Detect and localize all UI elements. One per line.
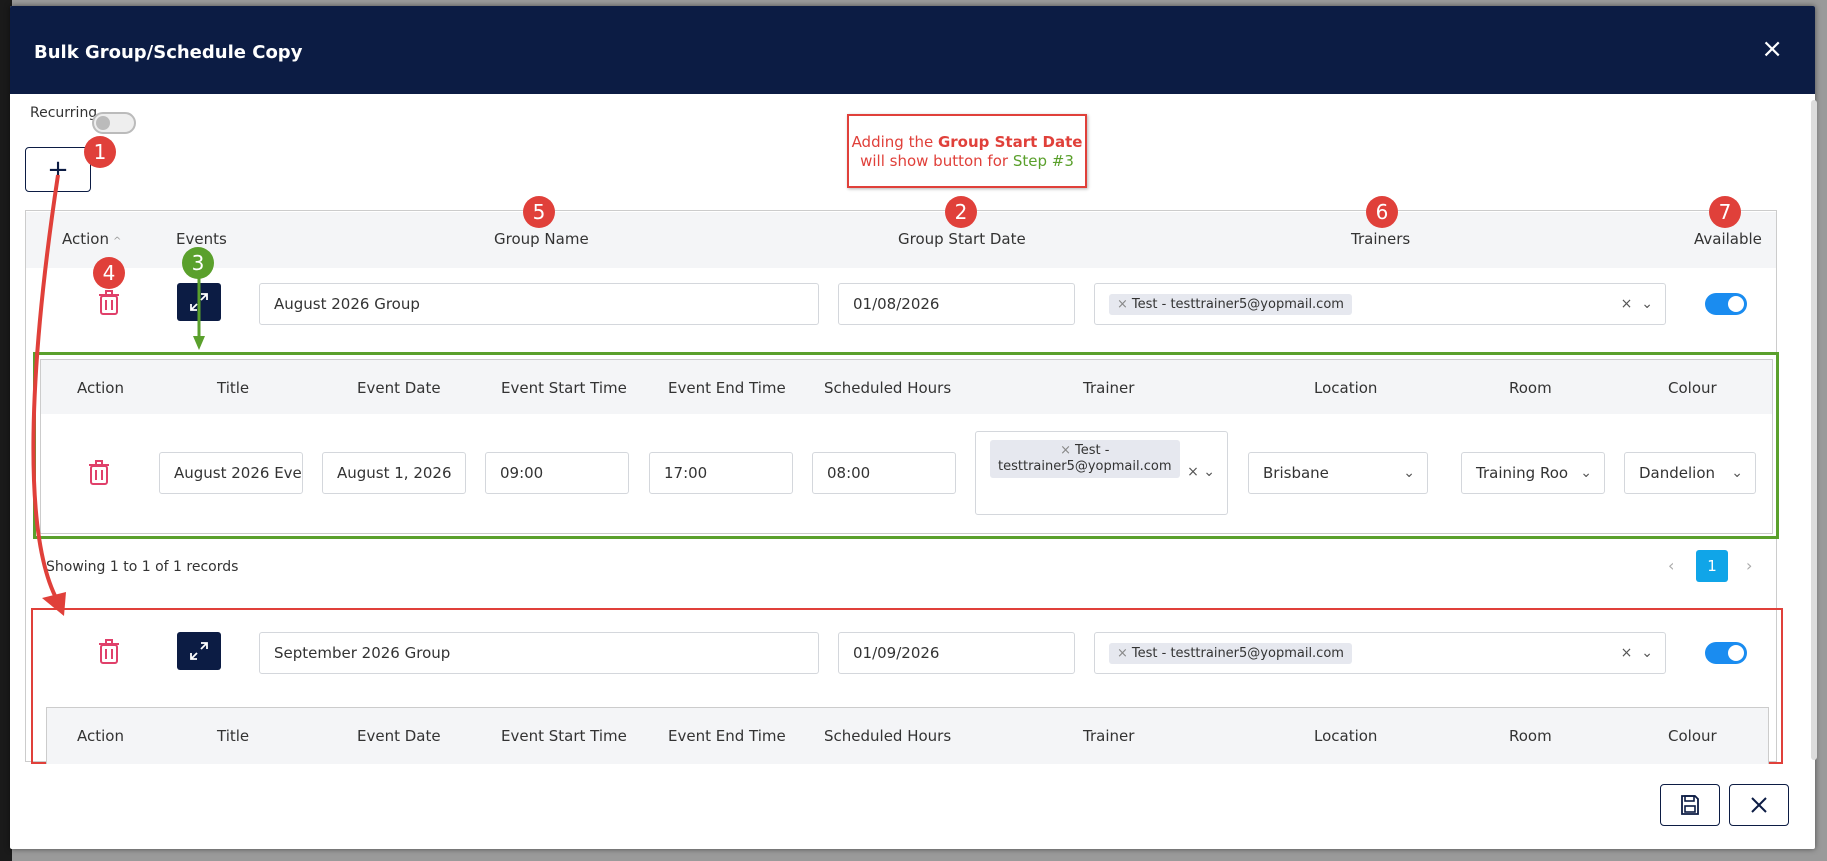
annotation-badge-4: 4 [93,257,125,289]
annotation-badge-7: 7 [1709,196,1741,228]
annotation-badge-3: 3 [182,247,214,279]
annotation-badge-1: 1 [84,136,116,168]
annotation-arrows [31,174,205,616]
annotation-badge-2: 2 [945,196,977,228]
annotation-badge-6: 6 [1366,196,1398,228]
annotation-badge-5: 5 [523,196,555,228]
